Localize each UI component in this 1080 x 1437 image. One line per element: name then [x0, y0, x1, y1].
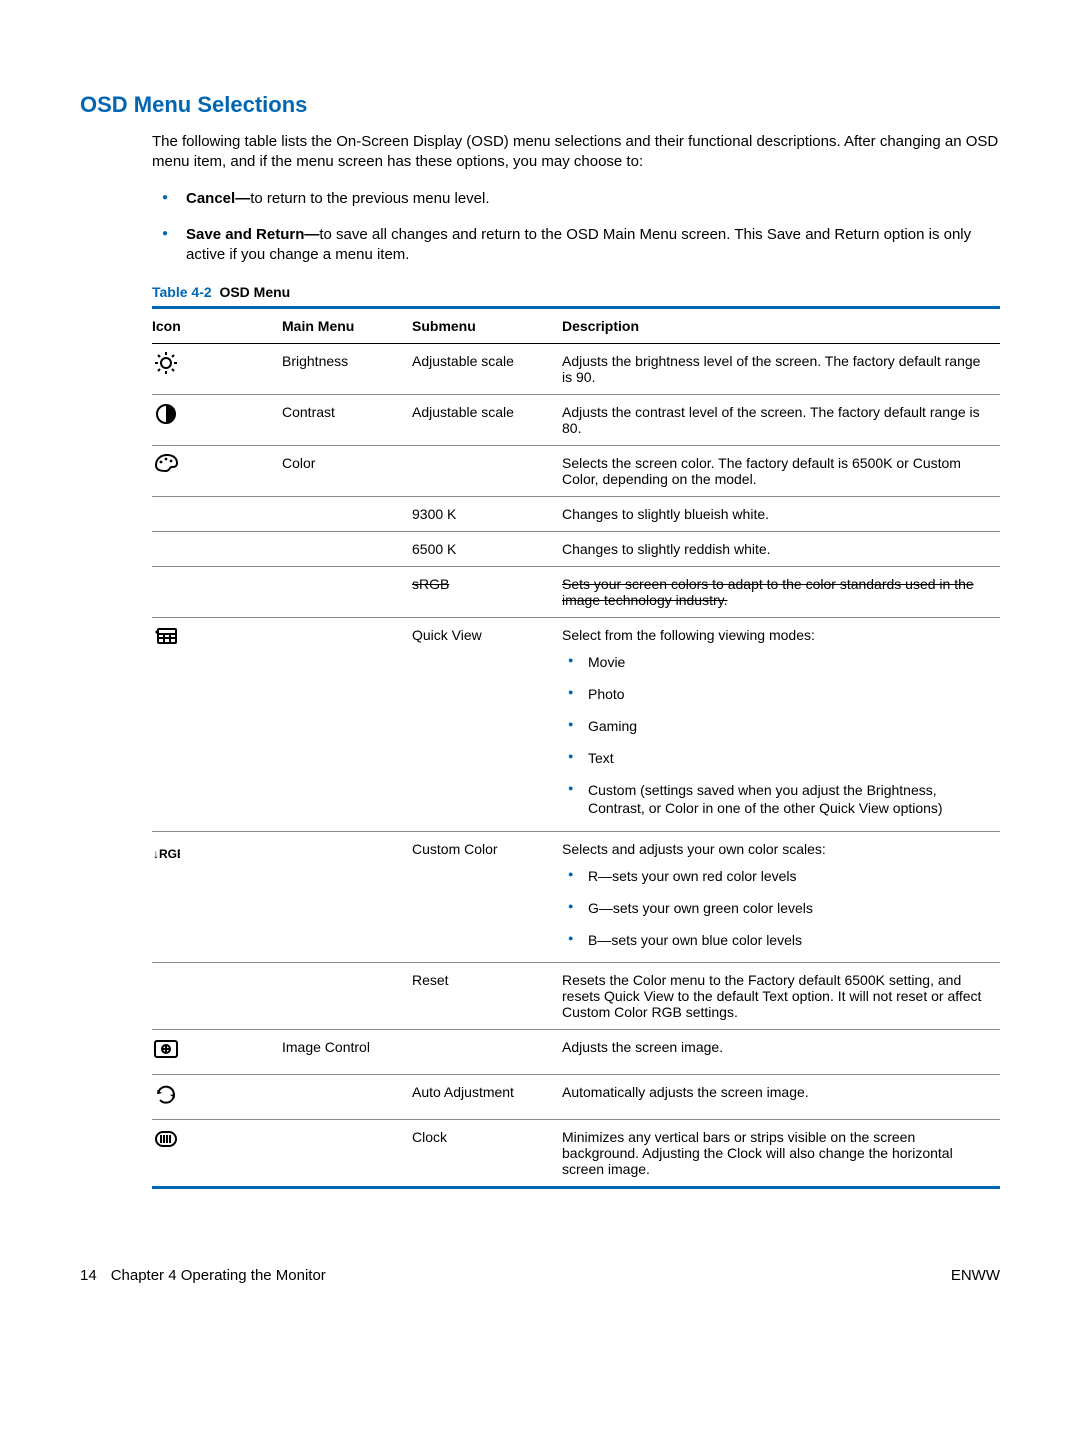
submenu-cell: sRGB — [412, 566, 562, 617]
col-sub-header: Submenu — [412, 307, 562, 343]
col-main-header: Main Menu — [282, 307, 412, 343]
description-cell: Automatically adjusts the screen image. — [562, 1075, 1000, 1120]
table-row: 6500 KChanges to slightly reddish white. — [152, 531, 1000, 566]
table-row: 9300 KChanges to slightly blueish white. — [152, 496, 1000, 531]
osd-menu-table: Icon Main Menu Submenu Description Brigh… — [152, 306, 1000, 1190]
table-row: ResetResets the Color menu to the Factor… — [152, 963, 1000, 1030]
main-menu-cell — [282, 566, 412, 617]
main-menu-cell — [282, 531, 412, 566]
description-bullet-item: Text — [562, 749, 994, 767]
icon-cell — [152, 617, 282, 831]
svg-text:↓RGB: ↓RGB — [153, 847, 180, 861]
description-cell: Select from the following viewing modes:… — [562, 617, 1000, 831]
table-row: Auto AdjustmentAutomatically adjusts the… — [152, 1075, 1000, 1120]
submenu-cell: Quick View — [412, 617, 562, 831]
table-caption: Table 4-2 OSD Menu — [152, 284, 1000, 300]
icon-cell — [152, 1075, 282, 1120]
top-bullet-item: Save and Return—to save all changes and … — [152, 225, 1000, 266]
icon-cell — [152, 1120, 282, 1188]
icon-cell — [152, 394, 282, 445]
submenu-cell — [412, 1030, 562, 1075]
main-menu-cell — [282, 496, 412, 531]
page-footer: 14 Chapter 4 Operating the Monitor ENWW — [0, 1229, 1080, 1324]
main-menu-cell — [282, 617, 412, 831]
description-bullet-item: Movie — [562, 653, 994, 671]
table-row: ↓RGB Custom ColorSelects and adjusts your… — [152, 831, 1000, 963]
description-cell: Resets the Color menu to the Factory def… — [562, 963, 1000, 1030]
icon-cell: ↓RGB — [152, 831, 282, 963]
description-bullet-item: G—sets your own green color levels — [562, 899, 994, 917]
color-icon — [152, 452, 180, 478]
description-bullet-item: Gaming — [562, 717, 994, 735]
icon-cell — [152, 963, 282, 1030]
auto-icon — [152, 1081, 180, 1107]
main-menu-cell: Image Control — [282, 1030, 412, 1075]
icon-cell — [152, 343, 282, 394]
icon-cell — [152, 445, 282, 496]
imagecontrol-icon — [152, 1036, 180, 1062]
description-bullets: R—sets your own red color levels G—sets y… — [562, 867, 994, 950]
submenu-cell: Custom Color — [412, 831, 562, 963]
description-cell: Selects the screen color. The factory de… — [562, 445, 1000, 496]
submenu-cell: Reset — [412, 963, 562, 1030]
submenu-cell: Auto Adjustment — [412, 1075, 562, 1120]
submenu-cell: 6500 K — [412, 531, 562, 566]
description-cell: Sets your screen colors to adapt to the … — [562, 566, 1000, 617]
col-icon-header: Icon — [152, 307, 282, 343]
top-bullet-list: Cancel—to return to the previous menu le… — [152, 189, 1000, 266]
rgb-icon: ↓RGB — [152, 838, 180, 864]
brightness-icon — [152, 350, 180, 376]
description-cell: Minimizes any vertical bars or strips vi… — [562, 1120, 1000, 1188]
main-menu-cell — [282, 963, 412, 1030]
table-row: sRGBSets your screen colors to adapt to … — [152, 566, 1000, 617]
submenu-cell: 9300 K — [412, 496, 562, 531]
description-cell: Adjusts the screen image. — [562, 1030, 1000, 1075]
main-menu-cell — [282, 1075, 412, 1120]
main-menu-cell: Contrast — [282, 394, 412, 445]
main-menu-cell — [282, 831, 412, 963]
page-number: 14 — [80, 1267, 97, 1284]
main-menu-cell: Brightness — [282, 343, 412, 394]
intro-paragraph: The following table lists the On-Screen … — [152, 132, 1000, 173]
submenu-cell — [412, 445, 562, 496]
table-row: ContrastAdjustable scaleAdjusts the cont… — [152, 394, 1000, 445]
description-cell: Adjusts the contrast level of the screen… — [562, 394, 1000, 445]
description-bullet-item: Custom (settings saved when you adjust t… — [562, 781, 994, 817]
chapter-label: Chapter 4 Operating the Monitor — [111, 1267, 326, 1284]
contrast-icon — [152, 401, 180, 427]
description-bullet-item: Photo — [562, 685, 994, 703]
col-desc-header: Description — [562, 307, 1000, 343]
footer-right: ENWW — [951, 1267, 1000, 1284]
description-cell: Changes to slightly reddish white. — [562, 531, 1000, 566]
icon-cell — [152, 531, 282, 566]
description-bullet-item: R—sets your own red color levels — [562, 867, 994, 885]
description-cell: Selects and adjusts your own color scale… — [562, 831, 1000, 963]
description-cell: Adjusts the brightness level of the scre… — [562, 343, 1000, 394]
main-menu-cell — [282, 1120, 412, 1188]
section-heading: OSD Menu Selections — [80, 92, 1000, 118]
description-bullets: Movie Photo Gaming Text Custom (settings sav… — [562, 653, 994, 818]
submenu-cell: Clock — [412, 1120, 562, 1188]
table-row: BrightnessAdjustable scaleAdjusts the br… — [152, 343, 1000, 394]
icon-cell — [152, 496, 282, 531]
table-row: Color Selects the screen color. The facto… — [152, 445, 1000, 496]
table-row: Quick ViewSelect from the following view… — [152, 617, 1000, 831]
main-menu-cell: Color — [282, 445, 412, 496]
submenu-cell: Adjustable scale — [412, 343, 562, 394]
submenu-cell: Adjustable scale — [412, 394, 562, 445]
quickview-icon — [152, 624, 180, 650]
description-cell: Changes to slightly blueish white. — [562, 496, 1000, 531]
icon-cell — [152, 1030, 282, 1075]
table-row: Image Control Adjusts the screen image. — [152, 1030, 1000, 1075]
description-bullet-item: B—sets your own blue color levels — [562, 931, 994, 949]
top-bullet-item: Cancel—to return to the previous menu le… — [152, 189, 1000, 209]
table-row: ClockMinimizes any vertical bars or stri… — [152, 1120, 1000, 1188]
table-header-row: Icon Main Menu Submenu Description — [152, 307, 1000, 343]
clock-icon — [152, 1126, 180, 1152]
icon-cell — [152, 566, 282, 617]
